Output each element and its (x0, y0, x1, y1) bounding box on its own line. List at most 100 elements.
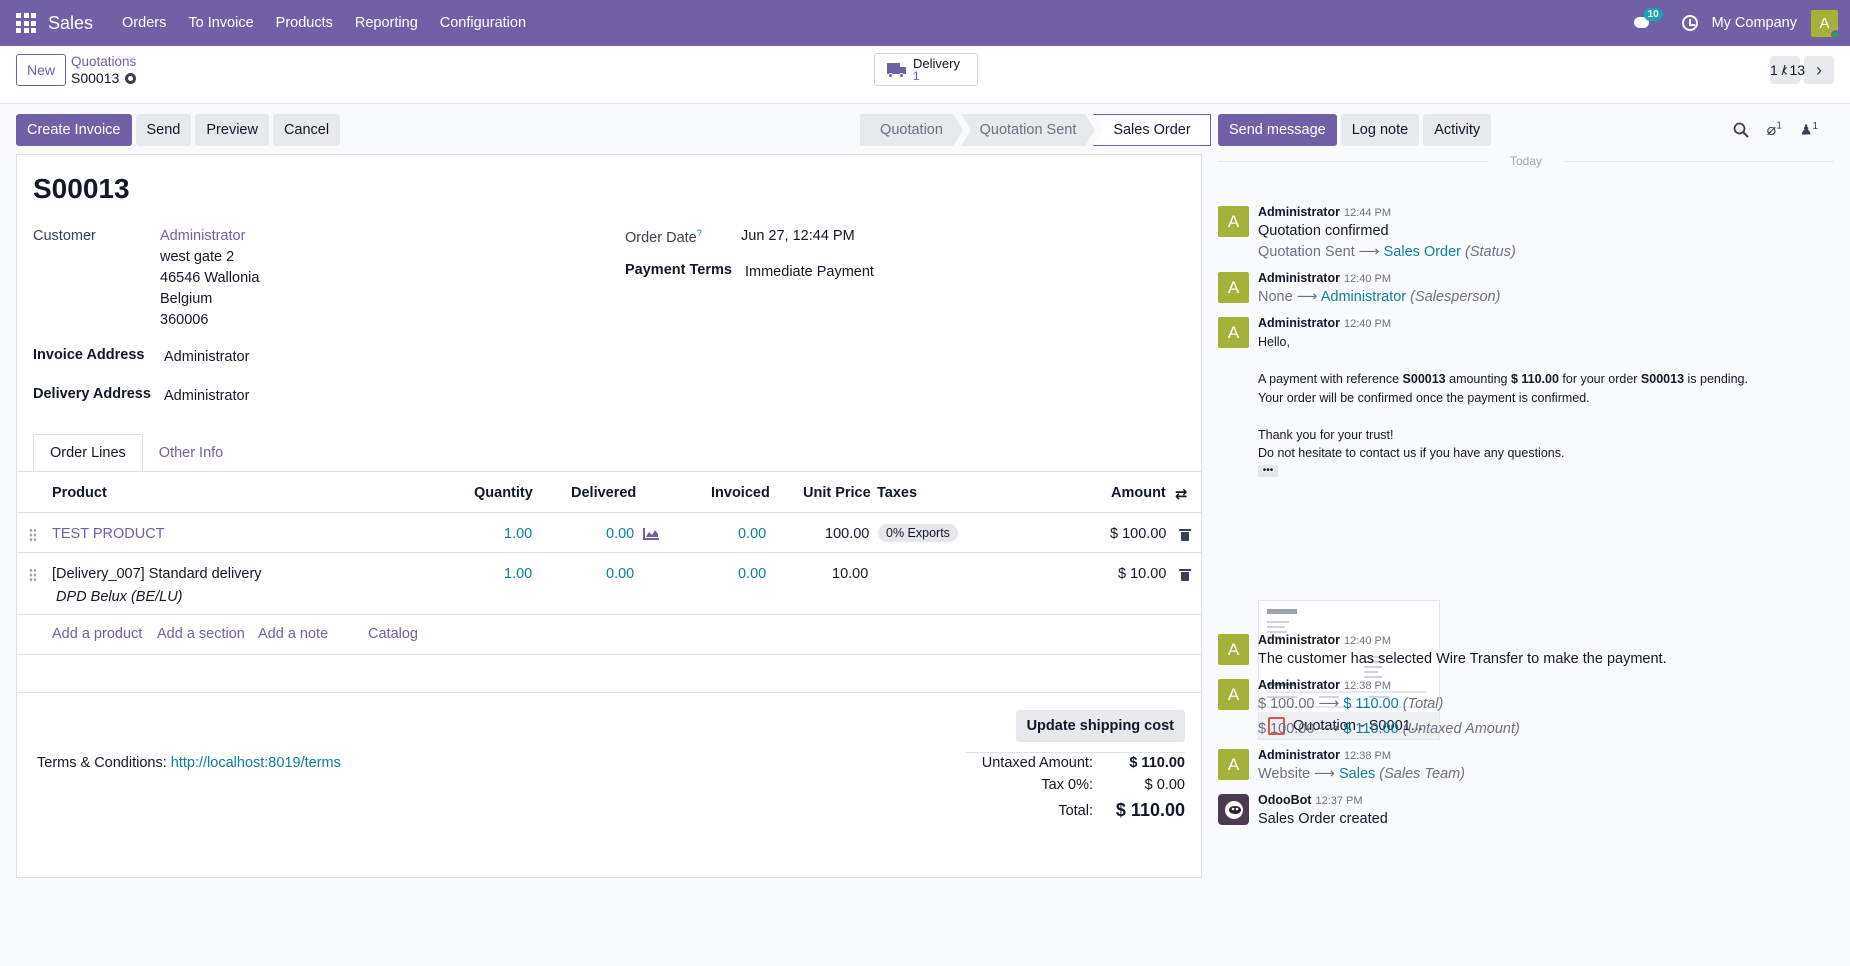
line-product[interactable]: [Delivery_007] Standard delivery (52, 566, 262, 582)
menu-products[interactable]: Products (265, 15, 344, 31)
main-menu: Orders To Invoice Products Reporting Con… (111, 15, 537, 31)
line-description[interactable]: DPD Belux (BE/LU) (56, 589, 183, 605)
activity-button[interactable]: Activity (1423, 114, 1492, 146)
line-product[interactable]: TEST PRODUCT (52, 526, 165, 542)
notebook-tabs: Order Lines Other Info (33, 434, 239, 472)
avatar[interactable]: A (1218, 206, 1249, 237)
cancel-button[interactable]: Cancel (272, 114, 341, 146)
add-product-link[interactable]: Add a product (52, 626, 142, 642)
status-sales-order[interactable]: Sales Order (1093, 114, 1211, 146)
column-header-delivered[interactable]: Delivered (571, 485, 636, 501)
tracking-value: Quotation Sent ⟶ Sales Order (Status) (1258, 244, 1516, 260)
avatar[interactable]: A (1218, 317, 1249, 348)
attachment-count: 1 (1776, 120, 1782, 132)
add-section-link[interactable]: Add a section (157, 626, 245, 642)
trash-icon[interactable] (1179, 569, 1191, 581)
line-invoiced[interactable]: 0.00 (738, 566, 766, 582)
menu-to-invoice[interactable]: To Invoice (177, 15, 264, 31)
send-button[interactable]: Send (135, 114, 192, 146)
search-icon[interactable] (1733, 122, 1749, 138)
delivery-smart-button[interactable]: Delivery 1 (874, 53, 978, 86)
top-navbar: Sales Orders To Invoice Products Reporti… (0, 0, 1850, 46)
odoobot-avatar[interactable] (1218, 794, 1249, 825)
column-header-taxes[interactable]: Taxes (877, 485, 917, 501)
message-author[interactable]: Administrator (1258, 633, 1340, 647)
breadcrumb-current: S00013 (71, 70, 120, 86)
send-message-button[interactable]: Send message (1218, 114, 1337, 146)
company-switcher[interactable]: My Company (1712, 15, 1797, 31)
catalog-link[interactable]: Catalog (368, 626, 418, 642)
menu-orders[interactable]: Orders (111, 15, 177, 31)
pager-value[interactable]: 1 / 13 (1770, 62, 1805, 78)
payment-terms-label: Payment Terms (625, 262, 732, 278)
optional-columns-toggle-icon[interactable]: ⇄ (1175, 485, 1188, 503)
message-author[interactable]: Administrator (1258, 316, 1340, 330)
user-avatar[interactable]: A (1811, 9, 1840, 39)
preview-button[interactable]: Preview (195, 114, 269, 146)
message-author[interactable]: Administrator (1258, 205, 1340, 219)
line-quantity[interactable]: 1.00 (504, 566, 532, 582)
breadcrumb-quotations[interactable]: Quotations (71, 54, 136, 70)
help-tooltip-icon[interactable]: ? (697, 228, 702, 238)
activity-clock-icon[interactable] (1681, 15, 1698, 31)
status-quotation[interactable]: Quotation (860, 114, 963, 146)
tax-badge[interactable]: 0% Exports (878, 524, 958, 542)
customer-address-line: 360006 (160, 312, 209, 328)
drag-handle-icon[interactable] (29, 568, 37, 582)
delivery-address-field[interactable]: Administrator (164, 388, 249, 404)
invoice-address-field[interactable]: Administrator (164, 349, 249, 365)
line-quantity[interactable]: 1.00 (504, 526, 532, 542)
column-header-unit-price[interactable]: Unit Price (803, 485, 871, 501)
column-header-quantity[interactable]: Quantity (474, 485, 533, 501)
message-body: Sales Order created (1258, 811, 1388, 827)
avatar[interactable]: A (1218, 679, 1249, 710)
avatar[interactable]: A (1218, 749, 1249, 780)
line-unit-price[interactable]: 10.00 (832, 566, 868, 582)
log-note-button[interactable]: Log note (1340, 114, 1420, 146)
app-name[interactable]: Sales (48, 13, 93, 34)
messaging-icon[interactable]: 10 (1633, 8, 1663, 31)
line-delivered[interactable]: 0.00 (606, 566, 634, 582)
terms-link[interactable]: http://localhost:8019/terms (171, 755, 341, 771)
gear-icon[interactable] (125, 72, 137, 84)
column-header-amount[interactable]: Amount (1111, 485, 1166, 501)
column-header-invoiced[interactable]: Invoiced (711, 485, 770, 501)
paperclip-icon[interactable]: ⌀1 (1767, 120, 1782, 140)
update-shipping-cost-button[interactable]: Update shipping cost (1015, 710, 1185, 742)
tracking-value: Website ⟶ Sales (Sales Team) (1258, 766, 1465, 782)
truck-icon (887, 62, 907, 78)
message-author[interactable]: Administrator (1258, 748, 1340, 762)
status-quotation-sent[interactable]: Quotation Sent (961, 114, 1095, 146)
drag-handle-icon[interactable] (29, 528, 37, 542)
line-invoiced[interactable]: 0.00 (738, 526, 766, 542)
avatar[interactable]: A (1218, 634, 1249, 665)
trash-icon[interactable] (1179, 529, 1191, 541)
payment-terms-field[interactable]: Immediate Payment (745, 264, 874, 280)
message-author[interactable]: Administrator (1258, 271, 1340, 285)
menu-configuration[interactable]: Configuration (429, 15, 537, 31)
pager-next-button[interactable]: › (1804, 56, 1834, 84)
attachment-card[interactable]: Quotation - S0001... (1258, 600, 1440, 740)
tab-order-lines[interactable]: Order Lines (33, 434, 143, 472)
new-button[interactable]: New (16, 54, 67, 86)
message-author[interactable]: Administrator (1258, 678, 1340, 692)
menu-reporting[interactable]: Reporting (344, 15, 429, 31)
line-delivered[interactable]: 0.00 (606, 526, 634, 542)
expand-message-button[interactable]: ••• (1258, 464, 1278, 477)
column-header-product[interactable]: Product (52, 485, 107, 501)
avatar[interactable]: A (1218, 272, 1249, 303)
add-note-link[interactable]: Add a note (258, 626, 328, 642)
message-author[interactable]: OdooBot (1258, 793, 1311, 807)
chatter: Send message Log note Activity ⌀1 ♟1 Tod… (1218, 114, 1834, 827)
delivery-label: Delivery (913, 55, 960, 71)
line-amount: $ 100.00 (1110, 526, 1167, 542)
followers-icon[interactable]: ♟1 (1800, 121, 1818, 139)
order-date-field[interactable]: Jun 27, 12:44 PM (741, 228, 855, 244)
tab-other-info[interactable]: Other Info (143, 434, 239, 472)
customer-name-link[interactable]: Administrator (160, 228, 245, 244)
today-separator: Today (1218, 154, 1834, 168)
create-invoice-button[interactable]: Create Invoice (16, 114, 132, 146)
forecast-chart-icon[interactable] (643, 528, 659, 540)
app-menu-icon[interactable] (16, 13, 36, 33)
line-unit-price[interactable]: 100.00 (825, 526, 869, 542)
